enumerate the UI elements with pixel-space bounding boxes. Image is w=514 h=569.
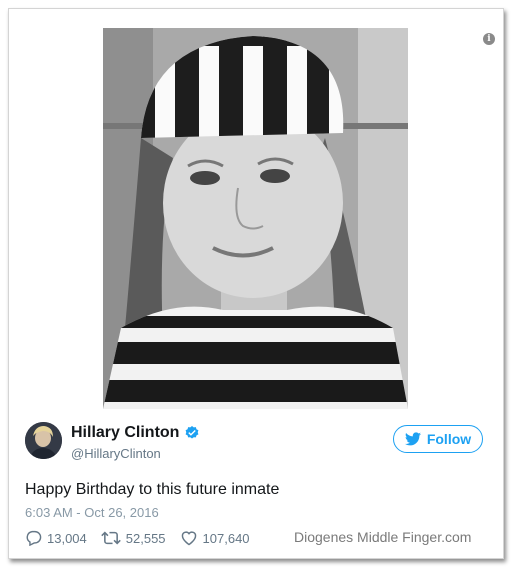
author-name[interactable]: Hillary Clinton <box>71 424 200 442</box>
follow-button[interactable]: Follow <box>393 425 483 453</box>
retweet-count: 52,555 <box>125 530 166 546</box>
avatar[interactable] <box>25 422 62 459</box>
author-handle[interactable]: @HillaryClinton <box>71 446 161 461</box>
like-action[interactable]: 107,640 <box>180 530 250 546</box>
twitter-bird-icon <box>404 432 421 446</box>
heart-icon <box>181 531 196 546</box>
verified-badge-icon <box>186 426 199 439</box>
like-count: 107,640 <box>202 530 250 546</box>
tweet-text: Happy Birthday to this future inmate <box>25 481 280 498</box>
watermark-text: Diogenes Middle Finger.com <box>294 529 472 545</box>
reply-icon <box>26 530 42 546</box>
info-icon[interactable]: i <box>483 33 495 45</box>
author-name-text[interactable]: Hillary Clinton <box>71 424 179 442</box>
tweet-photo[interactable] <box>103 28 408 409</box>
reply-count: 13,004 <box>47 530 87 546</box>
retweet-action[interactable]: 52,555 <box>100 530 166 546</box>
tweet-actions: 13,004 52,555 107,640 <box>25 530 264 546</box>
follow-label: Follow <box>426 431 472 447</box>
tweet-card: i Hillary Clinton @HillaryClinton Follow… <box>8 8 504 559</box>
retweet-icon <box>100 531 121 545</box>
reply-action[interactable]: 13,004 <box>25 530 87 546</box>
tweet-timestamp[interactable]: 6:03 AM - Oct 26, 2016 <box>25 505 159 520</box>
